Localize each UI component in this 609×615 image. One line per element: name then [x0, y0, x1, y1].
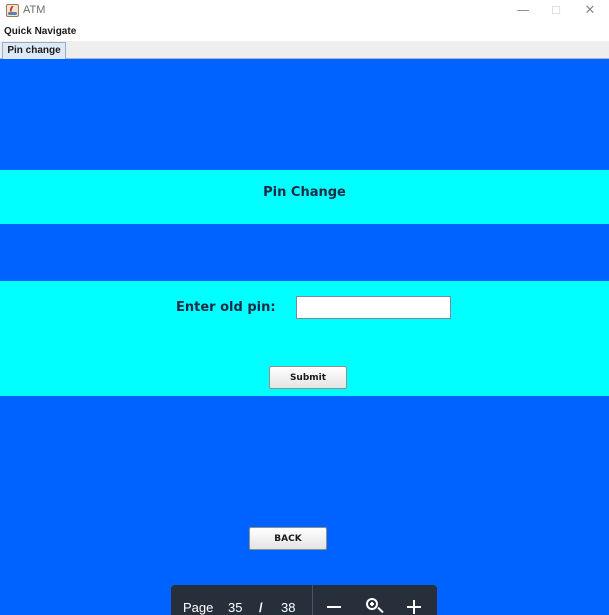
menu-quick-navigate[interactable]: Quick Navigate — [4, 26, 76, 37]
toolbar-divider — [312, 585, 313, 615]
back-button[interactable]: BACK — [249, 527, 327, 550]
old-pin-input[interactable] — [296, 296, 451, 319]
total-pages: 38 — [281, 600, 296, 615]
window-title: ATM — [23, 4, 46, 16]
minimize-icon[interactable]: — — [505, 0, 541, 22]
page-title: Pin Change — [263, 185, 346, 200]
zoom-in-icon[interactable] — [404, 595, 426, 615]
pdf-viewer-toolbar: Page 35 / 38 — [171, 585, 437, 615]
pin-change-panel: Pin Change Enter old pin: Submit BACK Pa… — [0, 59, 609, 615]
java-app-icon — [6, 4, 19, 17]
window-titlebar: ATM — ☐ ✕ — [0, 0, 609, 22]
current-page-number[interactable]: 35 — [228, 600, 242, 615]
page-separator: / — [259, 600, 263, 615]
maximize-icon[interactable]: ☐ — [538, 0, 574, 22]
menu-bar: Quick Navigate — [0, 22, 609, 41]
zoom-icon[interactable] — [363, 595, 385, 615]
old-pin-label: Enter old pin: — [176, 300, 276, 315]
page-label: Page — [183, 600, 214, 615]
zoom-out-icon[interactable] — [324, 595, 346, 615]
tab-pin-change[interactable]: Pin change — [2, 42, 66, 59]
tab-strip: Pin change — [0, 41, 609, 59]
submit-button[interactable]: Submit — [269, 366, 347, 389]
close-icon[interactable]: ✕ — [572, 0, 608, 22]
